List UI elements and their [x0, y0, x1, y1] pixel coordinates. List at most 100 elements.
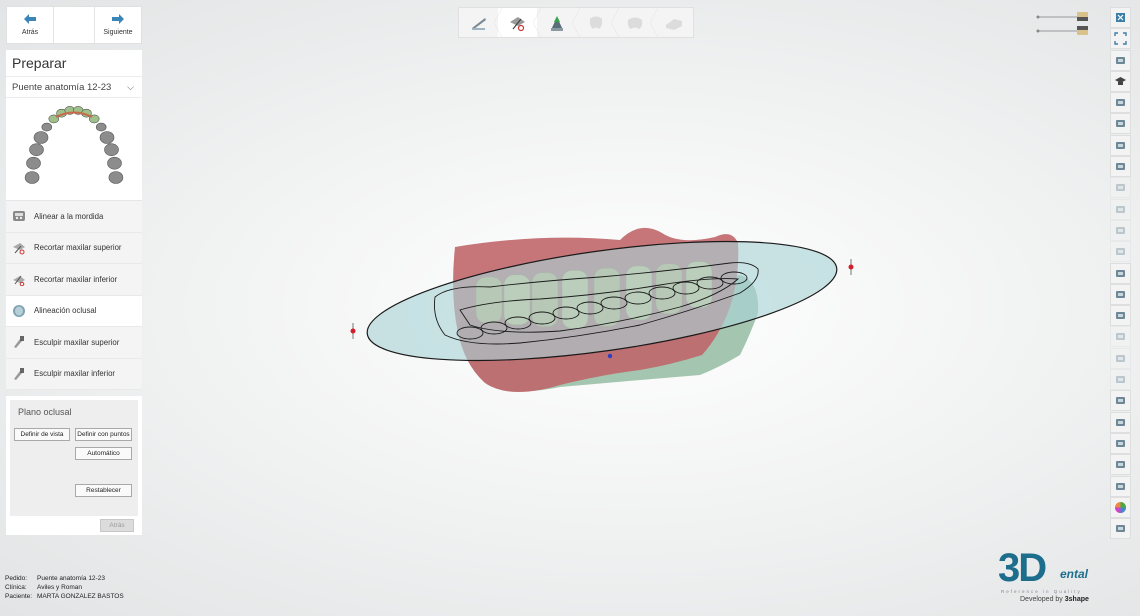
arch-tooth: [99, 131, 115, 144]
section-button[interactable]: [1110, 369, 1131, 391]
step-list: Alinear a la mordida Recortar maxilar su…: [6, 201, 142, 390]
back-label: Atrás: [21, 29, 39, 36]
scan-model-button[interactable]: [1110, 411, 1131, 433]
reset-button[interactable]: Restablecer: [75, 484, 132, 497]
workflow-anatomy[interactable]: [615, 8, 658, 37]
view-right-icon: [1116, 163, 1125, 171]
camera-button[interactable]: [1110, 390, 1131, 412]
close-window-button[interactable]: [1110, 7, 1131, 28]
patient-value: MARTA GONZALEZ BASTOS: [37, 593, 124, 600]
order-key: Pedido:: [5, 575, 28, 582]
pan-button[interactable]: [1110, 177, 1131, 199]
trim-upper-icon: [11, 240, 27, 256]
order-value: Puente anatomía 12-23: [37, 575, 105, 582]
3d-viewport[interactable]: [340, 215, 870, 405]
rotate-button[interactable]: [1110, 241, 1131, 263]
step-sculpt-lower[interactable]: Esculpir maxilar inferior: [6, 358, 142, 390]
ruler-button[interactable]: [1110, 454, 1131, 476]
workflow-prepare[interactable]: [537, 8, 580, 37]
zoom-fit-button[interactable]: [1110, 219, 1131, 241]
step-label: Alineación oclusal: [34, 306, 97, 316]
trim-tools-icon: [509, 16, 525, 31]
arch-tooth: [108, 171, 124, 184]
workflow-toolbar: [458, 7, 694, 38]
jaw-both-icon: [1116, 312, 1125, 320]
upper-jaw-thumb-icon: [1077, 12, 1088, 21]
workflow-scan[interactable]: [459, 8, 502, 37]
occlusal-plane-box: Plano oclusal Definir de vista Definir c…: [6, 396, 142, 535]
prepare-panel: Preparar Puente anatomía 12-23 ⌵ Alinear…: [6, 50, 142, 390]
center-plane-marker: [607, 353, 613, 359]
tooth-button[interactable]: [1110, 326, 1131, 348]
lower-jaw-thumb-icon: [1077, 26, 1088, 35]
define-points-button[interactable]: Definir con puntos: [75, 428, 132, 441]
step-label: Esculpir maxilar inferior: [34, 369, 116, 379]
step-label: Recortar maxilar inferior: [34, 274, 118, 284]
jaw-both-button[interactable]: [1110, 305, 1131, 327]
logo-tagline: Reference in Quality: [1001, 589, 1082, 594]
model-base-icon: [665, 18, 682, 30]
lower-jaw-icon: [1116, 290, 1125, 298]
zoom-icon: [1116, 205, 1125, 213]
workflow-base[interactable]: [654, 8, 693, 37]
tooth-anatomy-icon: [627, 17, 642, 29]
preset-dropdown[interactable]: Puente anatomía 12-23 ⌵: [6, 77, 142, 98]
clinic-key: Clínica:: [5, 584, 27, 591]
zoom-button[interactable]: [1110, 198, 1131, 220]
view-back-button[interactable]: [1110, 113, 1131, 135]
view-left-button[interactable]: [1110, 134, 1131, 156]
logo-mark: 3D: [998, 546, 1047, 590]
step-trim-lower[interactable]: Recortar maxilar inferior: [6, 264, 142, 296]
view-cube-icon: [1116, 56, 1125, 64]
workflow-trim[interactable]: [498, 8, 541, 37]
jaw-visibility-slider[interactable]: [1034, 11, 1094, 37]
tooth-chart[interactable]: [6, 98, 142, 201]
antagonist-icon: [1116, 525, 1125, 533]
step-label: Recortar maxilar superior: [34, 243, 122, 253]
warning-icon: [1116, 354, 1125, 362]
logo-brand: 3shape: [1064, 596, 1089, 603]
warning-button[interactable]: [1110, 347, 1131, 369]
tooth-icon: [1116, 333, 1125, 341]
step-sculpt-upper[interactable]: Esculpir maxilar superior: [6, 327, 142, 359]
upper-jaw-icon: [1116, 269, 1125, 277]
pan-icon: [1116, 184, 1125, 192]
view-cube-button[interactable]: [1110, 49, 1131, 71]
bite-align-icon: [11, 208, 27, 224]
upper-jaw-button[interactable]: [1110, 262, 1131, 284]
view-front-button[interactable]: [1110, 92, 1131, 114]
scan-tool-icon: [471, 17, 486, 30]
fullscreen-button[interactable]: [1110, 28, 1131, 50]
arrow-left-icon: [24, 14, 36, 24]
left-plane-marker: [350, 323, 356, 339]
back-button[interactable]: Atrás: [7, 7, 53, 43]
arch-tooth: [33, 131, 49, 144]
occlusal-back-button[interactable]: Atrás: [100, 519, 134, 532]
building-button[interactable]: [1110, 475, 1131, 497]
navigation-bar: Atrás Siguiente: [6, 6, 142, 44]
lower-jaw-button[interactable]: [1110, 283, 1131, 305]
logo-ental: ental: [1060, 567, 1089, 581]
tutor-cap-icon: [1115, 76, 1126, 85]
crosshair-icon: [1116, 439, 1125, 447]
step-trim-upper[interactable]: Recortar maxilar superior: [6, 232, 142, 264]
tutor-cap-button[interactable]: [1110, 70, 1131, 92]
crosshair-button[interactable]: [1110, 432, 1131, 454]
antagonist-button[interactable]: [1110, 518, 1131, 540]
arch-tooth: [104, 143, 119, 157]
automatic-button[interactable]: Automático: [75, 447, 132, 460]
right-toolbar: [1110, 7, 1132, 540]
sculpt-lower-icon: [11, 366, 27, 382]
section-icon: [1116, 376, 1125, 384]
tooth-design-icon: [589, 16, 602, 29]
workflow-tooth[interactable]: [576, 8, 619, 37]
view-right-button[interactable]: [1110, 156, 1131, 178]
preset-value: Puente anatomía 12-23: [12, 81, 112, 93]
next-button[interactable]: Siguiente: [95, 7, 141, 43]
arch-tooth: [41, 122, 53, 132]
color-wheel-button[interactable]: [1110, 496, 1131, 518]
nav-spacer: [53, 7, 95, 43]
step-occlusal-align[interactable]: Alineación oclusal: [6, 295, 142, 327]
step-align-bite[interactable]: Alinear a la mordida: [6, 201, 142, 233]
define-view-button[interactable]: Definir de vista: [14, 428, 70, 441]
